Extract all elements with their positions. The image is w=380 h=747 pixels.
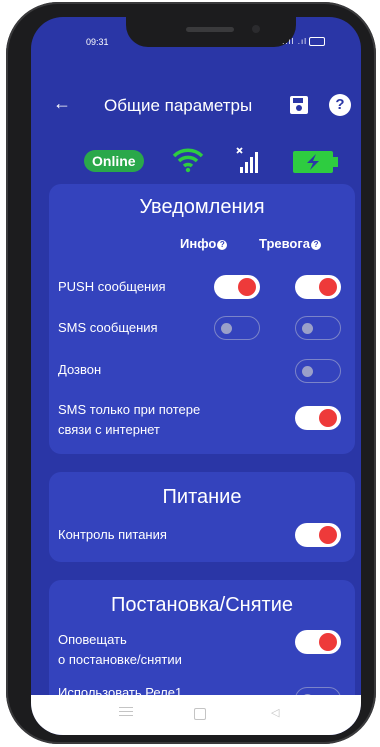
sms-info-toggle[interactable] [214, 316, 260, 340]
status-battery-icon [309, 37, 325, 47]
camera-notch [126, 17, 296, 47]
arming-notify-toggle[interactable] [295, 630, 341, 654]
recent-apps-icon[interactable] [119, 707, 133, 719]
call-alarm-toggle[interactable] [295, 359, 341, 383]
sms-internet-loss-line1: SMS только при потере [58, 402, 201, 417]
info-column-label: Инфо [180, 236, 217, 251]
power-card: Питание Контроль питания [49, 472, 355, 562]
back-arrow-icon[interactable]: ← [53, 93, 71, 114]
app-bar: ← Общие параметры ? [31, 77, 361, 117]
connection-status-row: Online [31, 147, 361, 177]
status-time: 09:31 [86, 37, 109, 47]
notifications-card: Уведомления Инфо? Тревога? PUSH сообщени… [49, 184, 355, 454]
status-signal-text: ..ıl .ıl [282, 37, 307, 46]
alarm-column-label: Тревога [259, 236, 311, 251]
alarm-column-header: Тревога? [259, 236, 322, 251]
app-screen: 09:31 ..ıl .ıl ← Общие параметры ? Onlin… [31, 17, 361, 735]
home-icon[interactable] [194, 708, 206, 720]
power-control-label: Контроль питания [58, 527, 167, 542]
sms-internet-loss-label: SMS только при потере связи с интернет [58, 400, 200, 440]
info-help-icon[interactable]: ? [217, 240, 228, 250]
push-alarm-toggle[interactable] [295, 275, 341, 299]
sms-internet-loss-line2: связи с интернет [58, 422, 160, 437]
arming-notify-label: Оповещать о постановке/снятии [58, 630, 182, 670]
wifi-icon [171, 147, 205, 178]
battery-charging-icon [293, 151, 339, 178]
online-badge: Online [84, 150, 144, 172]
save-icon[interactable] [289, 95, 309, 120]
sms-internet-loss-toggle[interactable] [295, 406, 341, 430]
toggle-knob [221, 323, 232, 334]
toggle-knob [319, 409, 337, 427]
toggle-knob [319, 278, 337, 296]
power-control-toggle[interactable] [295, 523, 341, 547]
sms-messages-label: SMS сообщения [58, 320, 158, 335]
alarm-help-icon[interactable]: ? [311, 240, 322, 250]
info-column-header: Инфо? [180, 236, 228, 251]
push-messages-label: PUSH сообщения [58, 279, 166, 294]
system-nav-bar: ◁ [31, 695, 361, 735]
front-camera [252, 25, 260, 33]
sms-alarm-toggle[interactable] [295, 316, 341, 340]
page-title: Общие параметры [104, 96, 253, 115]
toggle-knob [302, 323, 313, 334]
toggle-knob [319, 633, 337, 651]
speaker-grille [186, 27, 234, 32]
push-info-toggle[interactable] [214, 275, 260, 299]
call-label: Дозвон [58, 362, 102, 377]
toggle-knob [319, 526, 337, 544]
arming-notify-line1: Оповещать [58, 632, 127, 647]
toggle-knob [238, 278, 256, 296]
nav-back-icon[interactable]: ◁ [271, 706, 279, 719]
arming-notify-line2: о постановке/снятии [58, 652, 182, 667]
power-title: Питание [162, 486, 242, 508]
help-icon[interactable]: ? [329, 94, 351, 116]
phone-frame: 09:31 ..ıl .ıl ← Общие параметры ? Onlin… [6, 2, 376, 744]
cellular-signal-icon [236, 147, 262, 180]
status-signal: ..ıl .ıl [282, 37, 325, 47]
arming-title: Постановка/Снятие [111, 594, 293, 616]
toggle-knob [302, 366, 313, 377]
notifications-title: Уведомления [139, 196, 265, 218]
